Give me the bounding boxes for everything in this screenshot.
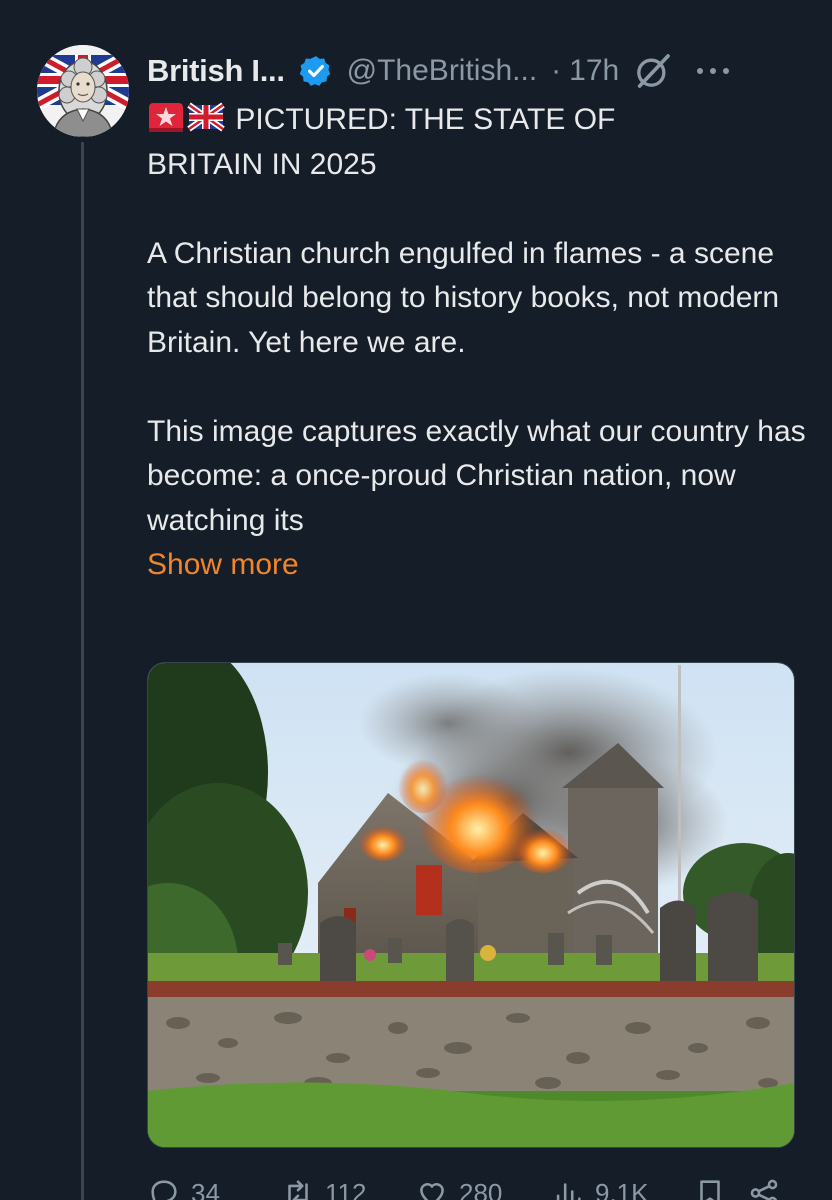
headline-text-line2: BRITAIN IN 2025 — [147, 147, 377, 181]
tweet-paragraph-2: A Christian church engulfed in flames - … — [147, 236, 780, 359]
reply-count: 34 — [191, 1177, 220, 1200]
author-handle[interactable]: @TheBritish... — [347, 54, 538, 88]
tweet-header: British I... @TheBritish... · 17h — [147, 50, 733, 92]
bookmark-icon — [700, 1180, 720, 1200]
views-button[interactable]: 9.1K — [551, 1176, 649, 1200]
verified-badge-icon[interactable] — [299, 54, 333, 88]
share-icon — [750, 1179, 778, 1200]
views-count: 9.1K — [595, 1177, 649, 1200]
tweet-actions-bar: 34 112 280 9.1K — [147, 1170, 807, 1200]
burning-church-photo — [148, 663, 794, 1147]
grok-icon[interactable] — [633, 51, 673, 91]
retweet-button[interactable]: 112 — [281, 1176, 366, 1200]
tweet-media-image[interactable] — [147, 662, 795, 1148]
views-chart-icon — [556, 1183, 581, 1200]
tweet-paragraph-3: This image captures exactly what our cou… — [147, 414, 806, 537]
tweet-timestamp[interactable]: 17h — [569, 54, 619, 88]
retweet-icon — [288, 1180, 308, 1200]
share-button[interactable] — [747, 1176, 781, 1200]
thread-line — [81, 142, 84, 1200]
headline-text-line1: PICTURED: THE STATE OF — [235, 103, 616, 136]
tweet-text: PICTURED: THE STATE OF BRITAIN IN 2025 A… — [147, 98, 807, 588]
like-count: 280 — [459, 1177, 503, 1200]
tweet-screen: British I... @TheBritish... · 17h PICTUR… — [0, 0, 832, 1200]
like-button[interactable]: 280 — [415, 1176, 502, 1200]
show-more-link[interactable]: Show more — [147, 543, 299, 588]
reply-icon — [151, 1180, 177, 1200]
rotating-light-icon — [147, 100, 185, 134]
reply-button[interactable]: 34 — [147, 1176, 220, 1200]
avatar-image — [37, 45, 129, 137]
uk-flag-icon — [187, 100, 225, 134]
retweet-count: 112 — [325, 1177, 367, 1200]
avatar[interactable] — [37, 45, 129, 137]
tweet-headline-line1: PICTURED: THE STATE OF — [147, 98, 807, 143]
bookmark-button[interactable] — [693, 1176, 727, 1200]
author-display-name[interactable]: British I... — [147, 53, 285, 89]
more-options-icon[interactable] — [693, 64, 733, 78]
separator-dot: · — [551, 54, 562, 87]
heart-icon — [420, 1183, 444, 1200]
